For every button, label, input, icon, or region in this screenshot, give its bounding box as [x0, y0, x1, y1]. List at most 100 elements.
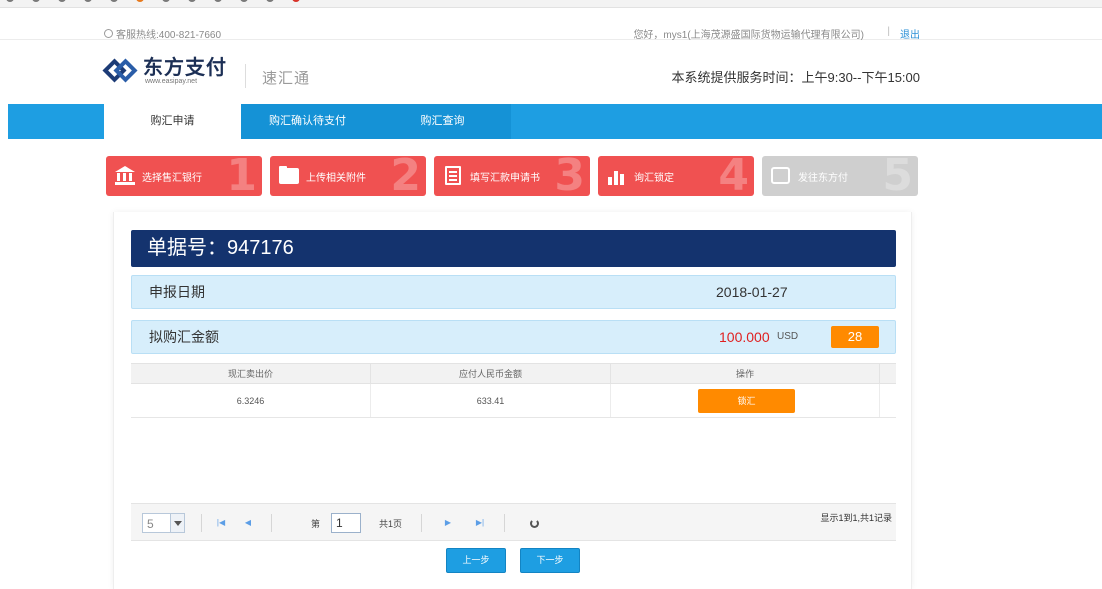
- bookmark-icon: [292, 0, 300, 2]
- bookmark-item[interactable]: [292, 0, 300, 2]
- service-time: 本系统提供服务时间：上午9:30--下午15:00: [671, 70, 921, 85]
- page-size-select[interactable]: 5: [142, 513, 185, 533]
- product-name: 速汇通: [262, 70, 311, 87]
- pager-divider: [421, 514, 422, 532]
- bookmark-item[interactable]: [162, 0, 170, 2]
- action-cell: 锁汇: [611, 384, 880, 417]
- prev-step-button[interactable]: 上一步: [446, 548, 506, 573]
- step-label: 选择售汇银行: [142, 173, 202, 184]
- bookmark-item[interactable]: [214, 0, 222, 2]
- amount-label: 拟购汇金额: [149, 329, 219, 345]
- browser-bookmarks-bar: [0, 0, 1102, 8]
- top-utility-bar: 客服热线:400-821-7660 您好，mys1(上海茂源盛国际货物运输代理有…: [0, 8, 1102, 41]
- bookmark-item[interactable]: [110, 0, 118, 2]
- logo-name: 东方支付: [143, 57, 227, 79]
- welcome-text: 您好，mys1(上海茂源盛国际货物运输代理有限公司): [633, 30, 864, 41]
- phone-icon: [104, 29, 113, 38]
- customer-hotline: 客服热线:400-821-7660: [104, 26, 221, 41]
- step-number: 2: [390, 156, 421, 196]
- step-rate-lock[interactable]: 询汇锁定 4: [598, 156, 754, 196]
- tab-purchase-query[interactable]: 购汇查询: [374, 104, 511, 139]
- bookmark-icon: [58, 0, 66, 2]
- bookmark-icon: [240, 0, 248, 2]
- last-page-icon[interactable]: ▶|: [474, 517, 486, 529]
- pager-divider: [271, 514, 272, 532]
- bookmark-item[interactable]: [136, 0, 144, 2]
- bookmark-icon: [136, 0, 144, 2]
- bookmark-icon: [266, 0, 274, 2]
- bookmark-icon: [32, 0, 40, 2]
- bookmark-item[interactable]: [266, 0, 274, 2]
- record-info: 显示1到1,共1记录: [820, 513, 892, 523]
- step-fill-application[interactable]: 填写汇款申请书 3: [434, 156, 590, 196]
- bookmark-item[interactable]: [58, 0, 66, 2]
- step-number: 1: [226, 156, 257, 196]
- step-number: 3: [554, 156, 585, 196]
- pagination-bar: 5 |◀ ◀ 第 1 共1页 ▶ ▶| 显示1到1,共1记录: [131, 503, 896, 541]
- prev-page-icon[interactable]: ◀: [242, 517, 254, 529]
- logo-url: www.easipay.net: [145, 78, 198, 85]
- column-header: 现汇卖出价: [131, 364, 371, 383]
- date-value: 2018-01-27: [716, 284, 788, 300]
- step-label: 发往东方付: [798, 173, 848, 184]
- step-label: 询汇锁定: [634, 173, 674, 184]
- step-label: 填写汇款申请书: [470, 173, 540, 184]
- send-icon: [770, 166, 792, 186]
- chevron-down-icon: [170, 514, 184, 532]
- header-divider: [245, 64, 246, 88]
- countdown-badge: 28: [831, 326, 879, 348]
- bookmark-icon: [6, 0, 14, 2]
- step-label: 上传相关附件: [306, 173, 366, 184]
- purchase-panel: 单据号：947176 申报日期 2018-01-27 拟购汇金额 100.000…: [113, 212, 912, 589]
- column-header-spacer: [880, 364, 896, 383]
- logo-diamond-icon: [102, 58, 138, 84]
- page-prefix: 第: [311, 519, 321, 529]
- amount-currency: USD: [777, 331, 799, 342]
- tab-purchase-confirm-pending[interactable]: 购汇确认待支付: [241, 104, 374, 139]
- bookmark-item[interactable]: [6, 0, 14, 2]
- step-number: 5: [882, 156, 913, 196]
- tab-purchase-application[interactable]: 购汇申请: [104, 104, 241, 139]
- next-page-icon[interactable]: ▶: [442, 517, 454, 529]
- step-upload-attachments[interactable]: 上传相关附件 2: [270, 156, 426, 196]
- bookmark-icon: [188, 0, 196, 2]
- amount-value: 100.000: [719, 329, 770, 345]
- site-header: 东方支付 www.easipay.net 速汇通 本系统提供服务时间：上午9:3…: [0, 40, 1102, 102]
- rate-table: 现汇卖出价 应付人民币金额 操作 6.3246 633.41 锁汇: [131, 363, 896, 418]
- total-pages: 共1页: [379, 519, 403, 529]
- table-row: 6.3246 633.41 锁汇: [131, 384, 896, 418]
- chart-lock-icon: [606, 166, 628, 186]
- bank-icon: [114, 166, 136, 186]
- row-spacer: [880, 384, 896, 417]
- date-label: 申报日期: [149, 284, 205, 300]
- pager-divider: [504, 514, 505, 532]
- bookmark-item[interactable]: [188, 0, 196, 2]
- bookmark-item[interactable]: [240, 0, 248, 2]
- topbar-separator: |: [887, 26, 890, 37]
- purchase-amount-row: 拟购汇金额 100.000 USD 28: [131, 320, 896, 354]
- next-step-button[interactable]: 下一步: [520, 548, 580, 573]
- rate-cell: 6.3246: [131, 384, 371, 417]
- bookmark-icon: [214, 0, 222, 2]
- step-select-bank[interactable]: 选择售汇银行 1: [106, 156, 262, 196]
- column-header: 操作: [611, 364, 880, 383]
- main-nav: 购汇申请 购汇确认待支付 购汇查询: [8, 104, 1102, 139]
- step-number: 4: [718, 156, 749, 196]
- bookmark-item[interactable]: [32, 0, 40, 2]
- step-send-easipay[interactable]: 发往东方付 5: [762, 156, 918, 196]
- lock-rate-button[interactable]: 锁汇: [698, 389, 795, 413]
- logout-link[interactable]: 退出: [900, 26, 920, 41]
- document-number: 单据号：947176: [131, 230, 896, 267]
- easipay-logo[interactable]: 东方支付 www.easipay.net: [102, 57, 227, 86]
- process-steps: 选择售汇银行 1 上传相关附件 2 填写汇款申请书 3 询汇锁定 4 发往东方付…: [106, 156, 922, 196]
- hotline-text: 客服热线:400-821-7660: [116, 30, 222, 41]
- column-header: 应付人民币金额: [371, 364, 611, 383]
- pager-divider: [201, 514, 202, 532]
- bookmark-item[interactable]: [84, 0, 92, 2]
- table-header: 现汇卖出价 应付人民币金额 操作: [131, 363, 896, 384]
- page-number-input[interactable]: 1: [331, 513, 361, 533]
- first-page-icon[interactable]: |◀: [215, 517, 227, 529]
- refresh-icon[interactable]: [530, 519, 539, 528]
- form-icon: [442, 166, 464, 186]
- declaration-date-row: 申报日期 2018-01-27: [131, 275, 896, 309]
